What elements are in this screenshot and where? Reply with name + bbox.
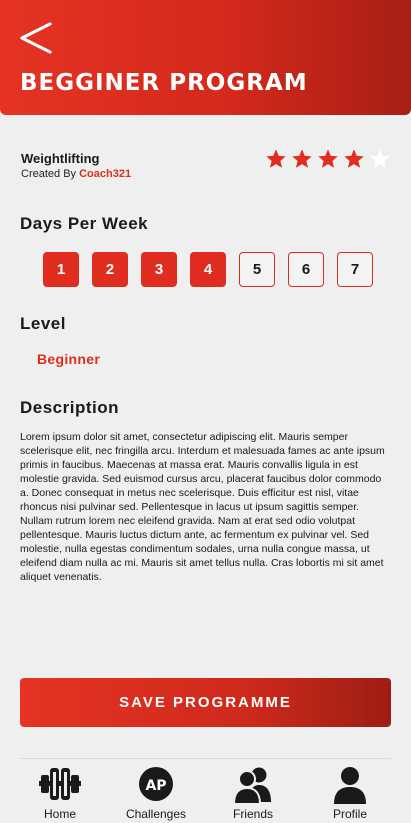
star-filled-icon[interactable]	[291, 148, 313, 170]
star-filled-icon[interactable]	[317, 148, 339, 170]
back-arrow-icon	[20, 22, 52, 54]
day-button-1[interactable]: 1	[43, 252, 79, 287]
program-name: Weightlifting	[21, 151, 100, 166]
days-per-week-title: Days Per Week	[20, 214, 149, 233]
nav-label-friends: Friends	[232, 807, 273, 821]
day-button-2[interactable]: 2	[92, 252, 128, 287]
day-button-3[interactable]: 3	[141, 252, 177, 287]
star-empty-icon[interactable]	[369, 148, 391, 170]
nav-label-profile: Profile	[332, 807, 367, 821]
coach-link[interactable]: Coach321	[79, 168, 131, 180]
day-button-7[interactable]: 7	[337, 252, 373, 287]
level-value[interactable]: Beginner	[37, 351, 100, 367]
day-button-6[interactable]: 6	[288, 252, 324, 287]
back-button[interactable]	[18, 20, 58, 56]
program-creator: Created By Coach321	[21, 168, 131, 180]
level-title: Level	[20, 314, 66, 333]
friends-icon	[232, 767, 271, 804]
day-button-5[interactable]: 5	[239, 252, 275, 287]
nav-item-profile[interactable]: Profile	[305, 760, 395, 823]
ap-badge-text: AP	[145, 778, 166, 794]
day-button-4[interactable]: 4	[190, 252, 226, 287]
profile-icon	[334, 767, 366, 804]
nav-label-challenges: Challenges	[125, 807, 187, 821]
dumbbell-icon	[39, 768, 81, 800]
page-title: BEGGINER PROGRAM	[20, 70, 308, 96]
nav-divider	[20, 758, 391, 759]
nav-label-home: Home	[43, 807, 76, 821]
star-filled-icon[interactable]	[265, 148, 287, 170]
star-filled-icon[interactable]	[343, 148, 365, 170]
nav-item-friends[interactable]: Friends	[208, 760, 298, 823]
days-selector: 1234567	[43, 252, 373, 287]
header-bar: BEGGINER PROGRAM	[0, 0, 411, 115]
nav-item-challenges[interactable]: AP Challenges	[111, 760, 201, 823]
ap-badge-icon: AP	[139, 767, 173, 801]
created-by-label: Created By	[21, 168, 77, 180]
bottom-nav: Home AP Challenges Friends Profile	[0, 760, 411, 823]
save-programme-button[interactable]: SAVE PROGRAMME	[20, 678, 391, 727]
description-text: Lorem ipsum dolor sit amet, consectetur …	[20, 431, 385, 583]
nav-item-home[interactable]: Home	[15, 760, 105, 823]
description-title: Description	[20, 398, 120, 417]
star-rating[interactable]	[265, 148, 391, 170]
